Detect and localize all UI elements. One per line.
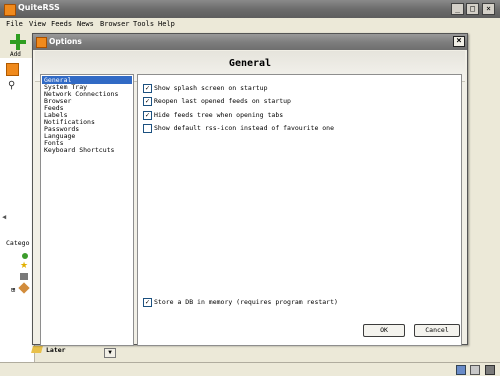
dropdown-arrow-icon[interactable]: ▼ (104, 348, 116, 358)
close-button[interactable]: × (482, 3, 495, 15)
tray-window-icon[interactable] (470, 365, 480, 375)
deleted-icon (20, 273, 28, 280)
menu-tools[interactable]: Tools (133, 20, 154, 28)
menu-news[interactable]: News (77, 20, 94, 28)
add-button-label: Add (10, 51, 21, 58)
add-icon (10, 34, 26, 50)
options-page-title: General (228, 58, 272, 69)
menu-browser[interactable]: Browser (100, 20, 130, 28)
ok-button[interactable]: OK (363, 324, 405, 337)
maximize-button[interactable]: □ (466, 3, 479, 15)
rss-icon[interactable] (6, 63, 19, 76)
search-icon[interactable]: ⚲ (8, 80, 15, 91)
menu-view[interactable]: View (29, 20, 46, 28)
tray-feeds-icon[interactable] (456, 365, 466, 375)
default-rss-icon-checkbox[interactable] (143, 124, 152, 133)
reopen-feeds-label[interactable]: Reopen last opened feeds on startup (154, 97, 291, 105)
minimize-button[interactable]: _ (451, 3, 464, 15)
main-titlebar[interactable]: QuiteRSS _ □ × (0, 0, 500, 18)
categories-label: Catego (6, 239, 30, 247)
options-close-button[interactable]: × (453, 36, 465, 47)
cancel-button[interactable]: Cancel (414, 324, 460, 337)
quiterss-app-icon (4, 4, 16, 16)
tree-expand-icon[interactable]: ⊞ (11, 286, 15, 294)
reopen-feeds-checkbox[interactable]: ✓ (143, 97, 152, 106)
category-keyboard-shortcuts[interactable]: Keyboard Shortcuts (42, 146, 132, 154)
menu-file[interactable]: File (6, 20, 23, 28)
feeds-panel: ⚲ ◀ Catego ★ ⊞ (0, 58, 35, 364)
menu-bar: File View Feeds News Browser Tools Help (0, 19, 500, 30)
options-dialog: Options × General General System Tray Ne… (32, 33, 468, 346)
options-titlebar[interactable]: Options × (33, 34, 467, 50)
options-app-icon (36, 37, 47, 48)
menu-feeds[interactable]: Feeds (51, 20, 72, 28)
category-list[interactable]: General System Tray Network Connections … (40, 74, 134, 346)
options-title: Options (49, 37, 82, 46)
hide-feeds-tree-label[interactable]: Hide feeds tree when opening tabs (154, 111, 283, 119)
status-bar (0, 362, 500, 376)
general-settings-panel: ✓ Show splash screen on startup ✓ Reopen… (137, 74, 462, 346)
hide-feeds-tree-checkbox[interactable]: ✓ (143, 111, 152, 120)
later-label: Later (46, 346, 66, 354)
later-tag-icon (31, 346, 43, 353)
store-db-checkbox[interactable]: ✓ (143, 298, 152, 307)
default-rss-icon-label[interactable]: Show default rss-icon instead of favouri… (154, 124, 334, 132)
tray-settings-icon[interactable] (485, 365, 495, 375)
splash-screen-label[interactable]: Show splash screen on startup (154, 84, 268, 92)
splash-screen-checkbox[interactable]: ✓ (143, 84, 152, 93)
main-window-title: QuiteRSS (18, 3, 60, 12)
store-db-label[interactable]: Store a DB in memory (requires program r… (154, 298, 338, 306)
star-icon: ★ (20, 261, 29, 271)
add-feed-button[interactable]: Add (8, 34, 30, 58)
menu-help[interactable]: Help (158, 20, 175, 28)
unread-dot-icon (22, 253, 28, 259)
collapse-arrow-icon[interactable]: ◀ (2, 213, 6, 221)
label-tag-icon (18, 282, 30, 294)
